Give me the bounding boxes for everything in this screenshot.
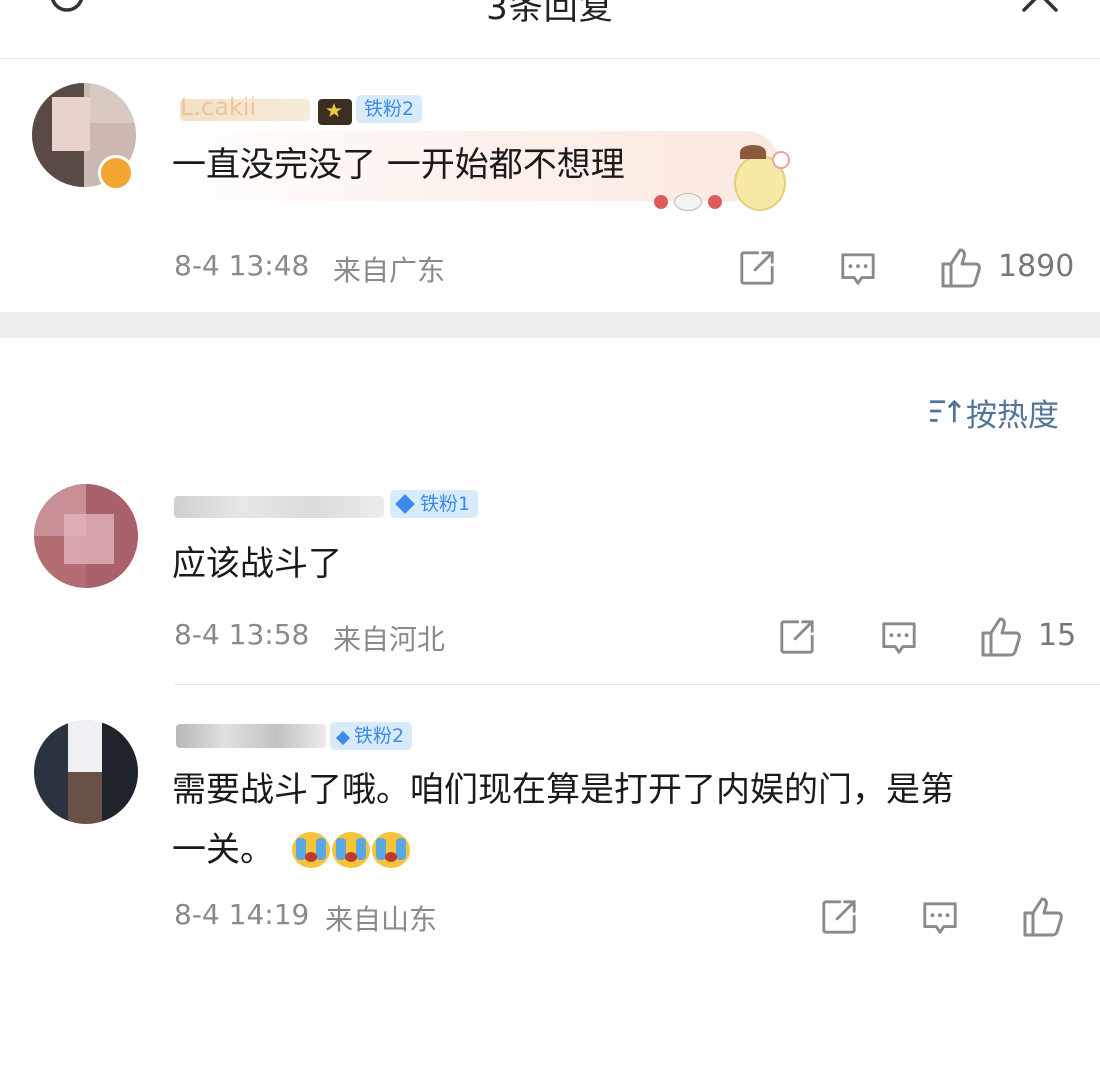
sort-label: 按热度 (966, 398, 1059, 434)
crying-emoji-icon (332, 832, 370, 868)
username[interactable] (176, 724, 326, 748)
reply-location: 来自山东 (325, 903, 438, 936)
fan-badge: 铁粉2 (330, 722, 413, 750)
main-comment: L.cakii 铁粉2 一直没完没了 一开始都不想理 8-4 13:48 来自广… (0, 59, 1100, 312)
reply-text-line-1: 需要战斗了哦。咱们现在算是打开了内娱的门，是第 (172, 770, 954, 810)
reply-text: 应该战斗了 (172, 544, 342, 584)
reply-time: 8-4 14:19 (174, 898, 310, 931)
diamond-icon (395, 494, 415, 514)
pompompurin-sticker-icon (650, 145, 800, 219)
comment-time: 8-4 13:48 (174, 249, 310, 282)
comment-location: 来自广东 (333, 254, 446, 287)
like-count: 15 (1038, 618, 1077, 653)
reply-divider (174, 684, 1100, 685)
share-icon[interactable] (738, 249, 776, 287)
username[interactable]: L.cakii (180, 93, 310, 121)
comment-icon[interactable] (839, 251, 877, 289)
username[interactable] (174, 496, 384, 518)
reply-item: 铁粉2 需要战斗了哦。咱们现在算是打开了内娱的门，是第 一关。 8-4 14:1… (0, 700, 1100, 960)
section-separator (0, 312, 1100, 338)
vip-icon (318, 99, 352, 125)
sort-icon (930, 399, 961, 423)
avatar[interactable] (34, 720, 138, 824)
sort-toggle[interactable]: 按热度 (926, 390, 1086, 434)
reply-time: 8-4 13:58 (174, 618, 310, 651)
comment-icon[interactable] (921, 900, 959, 938)
avatar[interactable] (34, 484, 138, 588)
fan-badge: 铁粉2 (356, 95, 423, 123)
like-count: 1890 (998, 249, 1075, 284)
share-icon[interactable] (820, 898, 858, 936)
top-bar: 3条回复 (0, 0, 1100, 59)
thumbs-up-icon[interactable] (980, 616, 1022, 658)
crying-emoji-icon (372, 832, 410, 868)
close-icon[interactable] (1018, 0, 1062, 18)
crying-emoji-icon (292, 832, 330, 868)
page-title: 3条回复 (486, 0, 614, 28)
thumbs-up-icon[interactable] (1022, 896, 1064, 938)
share-icon[interactable] (778, 618, 816, 656)
diamond-icon (335, 730, 351, 746)
reply-location: 来自河北 (333, 623, 446, 656)
reply-text-line-2: 一关。 (172, 830, 274, 870)
reply-item: 铁粉1 应该战斗了 8-4 13:58 来自河北 15 (0, 470, 1100, 682)
comment-icon[interactable] (880, 620, 918, 658)
thumbs-up-icon[interactable] (940, 247, 982, 289)
fan-badge: 铁粉1 (390, 490, 479, 518)
verified-icon (98, 155, 134, 191)
comment-text: 一直没完没了 一开始都不想理 (172, 145, 625, 185)
